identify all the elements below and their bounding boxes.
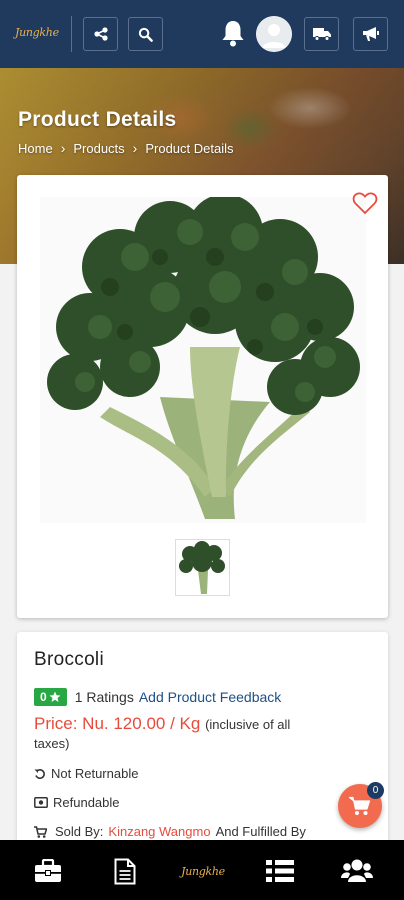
return-policy: Not Returnable [34, 766, 138, 781]
breadcrumb-products[interactable]: Products [73, 141, 124, 156]
ratings-count: 1 Ratings [74, 689, 134, 705]
share-button[interactable] [83, 17, 118, 51]
nav-list[interactable] [265, 856, 295, 886]
briefcase-icon [35, 859, 61, 882]
cart-small-icon [34, 825, 47, 838]
bottom-navigation: Jungkhe [0, 840, 404, 900]
chevron-right-icon: › [60, 140, 66, 156]
sold-by-label: Sold By: [55, 824, 104, 839]
nav-users[interactable] [341, 856, 373, 886]
breadcrumb: Home › Products › Product Details [18, 140, 234, 156]
seller-name[interactable]: Kinzang Wangmo [108, 824, 210, 839]
shopping-cart-icon [349, 796, 371, 815]
product-name: Broccoli [34, 649, 104, 670]
breadcrumb-current: Product Details [145, 140, 234, 156]
share-nodes-icon [93, 27, 108, 41]
price-line: Price: Nu. 120.00 / Kg (inclusive of all [34, 714, 290, 734]
users-icon [341, 859, 373, 882]
money-icon [34, 797, 48, 808]
nav-briefcase[interactable] [33, 856, 63, 886]
document-icon [114, 858, 136, 884]
undo-icon [34, 768, 45, 779]
tax-note: (inclusive of all [205, 717, 291, 732]
app-logo[interactable]: Jungkhe [15, 23, 59, 43]
returnable-text: Not Returnable [51, 766, 139, 781]
star-icon [49, 691, 61, 702]
notifications-button[interactable] [220, 19, 246, 47]
tax-note-continued: taxes) [34, 736, 70, 751]
refundable-text: Refundable [53, 795, 120, 810]
page-title: Product Details [18, 108, 177, 131]
user-avatar-icon [256, 16, 292, 52]
refund-policy: Refundable [34, 795, 120, 810]
top-app-bar: Jungkhe [0, 0, 404, 68]
broccoli-thumbnail-image [179, 541, 225, 594]
search-icon [138, 27, 153, 42]
logo-text: Jungkhe [15, 26, 59, 39]
heart-icon [352, 192, 378, 215]
truck-icon [312, 28, 331, 41]
home-logo: Jungkhe [181, 864, 225, 878]
wishlist-button[interactable] [352, 191, 378, 215]
rating-row: 0 1 Ratings Add Product Feedback [34, 688, 281, 706]
nav-home[interactable]: Jungkhe [181, 856, 225, 886]
bell-icon [222, 21, 244, 47]
list-icon [266, 860, 294, 882]
breadcrumb-home[interactable]: Home [18, 141, 53, 156]
product-main-image[interactable] [40, 194, 366, 523]
nav-orders[interactable] [110, 856, 140, 886]
search-button[interactable] [128, 17, 163, 51]
chevron-right-icon: › [132, 140, 138, 156]
announcements-button[interactable] [353, 17, 388, 51]
avatar[interactable] [256, 16, 292, 52]
fulfilled-by-text: And Fulfilled By [215, 824, 306, 839]
product-price: Price: Nu. 120.00 / Kg [34, 714, 201, 733]
product-thumbnail[interactable] [175, 539, 230, 596]
cart-count-badge: 0 [367, 782, 384, 799]
product-image-card [17, 175, 388, 618]
delivery-button[interactable] [304, 17, 339, 51]
product-details-card: Broccoli 0 1 Ratings Add Product Feedbac… [17, 632, 388, 862]
rating-badge: 0 [34, 688, 67, 706]
add-feedback-link[interactable]: Add Product Feedback [139, 689, 281, 705]
header-divider [71, 16, 72, 52]
rating-value: 0 [40, 690, 47, 704]
seller-info: Sold By: Kinzang Wangmo And Fulfilled By [34, 824, 306, 839]
cart-button[interactable]: 0 [338, 782, 384, 828]
broccoli-image [47, 194, 360, 519]
megaphone-icon [362, 27, 379, 41]
